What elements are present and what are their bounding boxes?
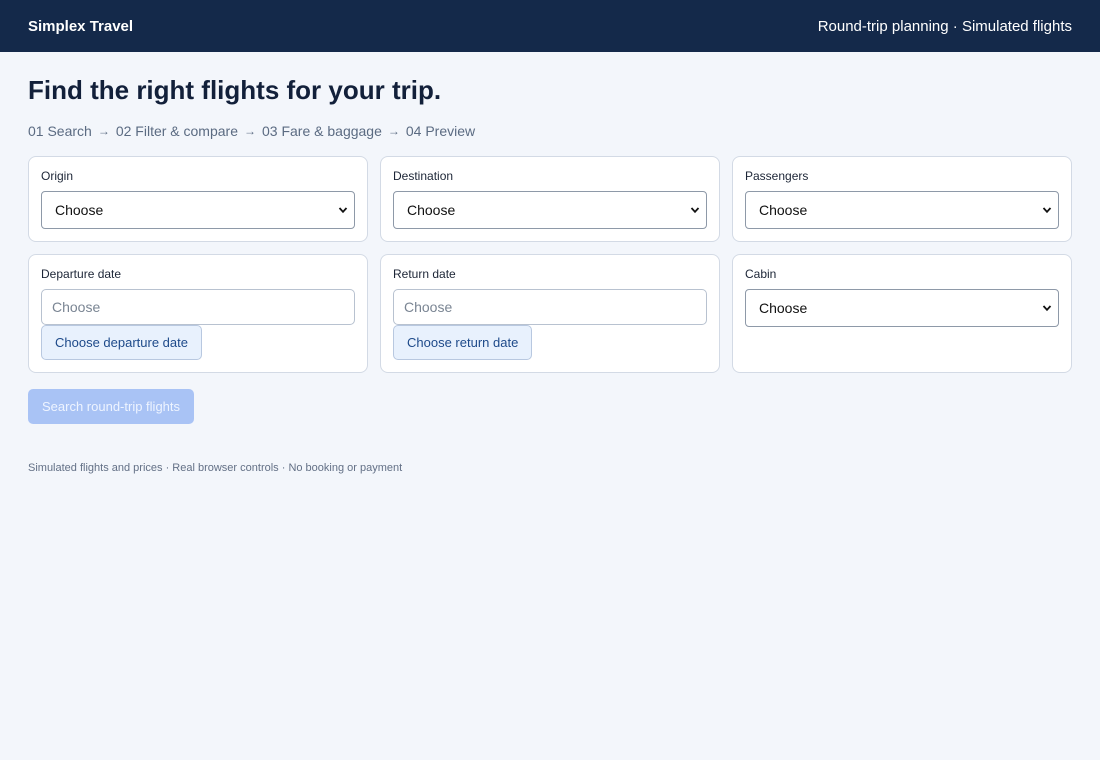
top-bar: Simplex Travel Round-trip planning · Sim… xyxy=(0,0,1100,52)
passengers-label: Passengers xyxy=(745,169,809,183)
destination-card: Destination Choose xyxy=(380,156,720,242)
step-progress: 01 Search → 02 Filter & compare → 03 Far… xyxy=(28,122,1072,140)
step-arrow-icon: → xyxy=(387,124,400,138)
choose-return-date-button[interactable]: Choose return date xyxy=(393,325,533,360)
origin-select-value: Choose xyxy=(55,202,104,218)
destination-select-value: Choose xyxy=(407,202,456,218)
search-form: Origin Choose Destination Choose Passeng… xyxy=(28,156,1072,373)
chevron-down-icon xyxy=(338,205,348,215)
return-date-input[interactable]: Choose xyxy=(393,289,707,325)
step-2: 02 Filter & compare xyxy=(115,123,238,139)
header-tagline: Round-trip planning · Simulated flights xyxy=(817,17,1072,35)
choose-departure-date-button[interactable]: Choose departure date xyxy=(41,325,202,360)
departure-date-input[interactable]: Choose xyxy=(41,289,355,325)
search-flights-button[interactable]: Search round-trip flights xyxy=(28,389,195,424)
return-date-label: Return date xyxy=(393,267,456,281)
origin-card: Origin Choose xyxy=(28,156,368,242)
cabin-card: Cabin Choose xyxy=(732,254,1072,373)
destination-label: Destination xyxy=(393,169,454,183)
departure-date-label: Departure date xyxy=(41,267,122,281)
return-date-card: Return date Choose Choose return date xyxy=(380,254,720,373)
main-content: Find the right flights for your trip. 01… xyxy=(0,52,1100,474)
chevron-down-icon xyxy=(690,205,700,215)
step-4: 04 Preview xyxy=(405,123,476,139)
cabin-select-value: Choose xyxy=(759,300,808,316)
passengers-select-value: Choose xyxy=(759,202,808,218)
step-3: 03 Fare & baggage xyxy=(262,123,382,139)
origin-select[interactable]: Choose xyxy=(41,191,355,229)
cabin-label: Cabin xyxy=(745,267,777,281)
footer-note: Simulated flights and prices · Real brow… xyxy=(28,462,403,474)
origin-label: Origin xyxy=(41,169,74,183)
chevron-down-icon xyxy=(1042,303,1052,313)
page-title: Find the right flights for your trip. xyxy=(28,75,442,105)
brand-name: Simplex Travel xyxy=(28,17,134,35)
step-1: 01 Search xyxy=(28,123,92,139)
cabin-select[interactable]: Choose xyxy=(745,289,1059,327)
passengers-card: Passengers Choose xyxy=(732,156,1072,242)
destination-select[interactable]: Choose xyxy=(393,191,707,229)
departure-date-card: Departure date Choose Choose departure d… xyxy=(28,254,368,373)
passengers-select[interactable]: Choose xyxy=(745,191,1059,229)
step-arrow-icon: → xyxy=(97,124,110,138)
chevron-down-icon xyxy=(1042,205,1052,215)
step-arrow-icon: → xyxy=(244,124,256,138)
